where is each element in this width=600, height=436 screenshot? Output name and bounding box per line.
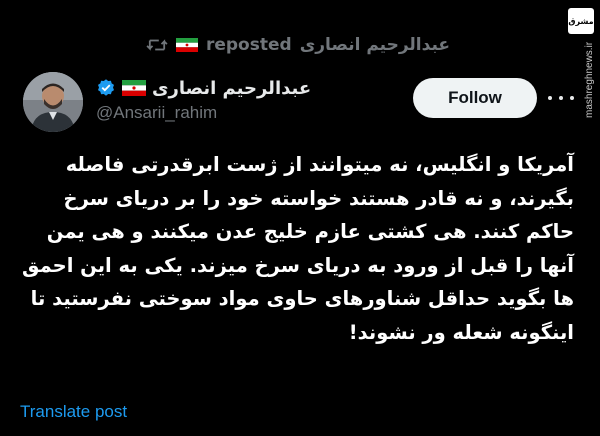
more-options-icon[interactable] bbox=[548, 88, 574, 108]
post-card: reposted عبدالرحیم انصاری عبدالرحیم انصا… bbox=[0, 0, 600, 436]
repost-icon bbox=[146, 39, 168, 51]
post-text-line: آمریکا و انگلیس، نه میتوانند از ژست ابرق… bbox=[65, 153, 574, 176]
author-display-name[interactable]: عبدالرحیم انصاری bbox=[152, 78, 311, 99]
post-text-line: اینگونه شعله ور نشوند! bbox=[348, 320, 574, 344]
iran-flag-icon bbox=[122, 80, 146, 96]
author-handle[interactable]: @Ansarii_rahim bbox=[96, 103, 217, 123]
avatar[interactable] bbox=[23, 72, 83, 132]
post-text-line: حاکم کنند. هی کشتی عازم خلیج عدن میکنند … bbox=[46, 220, 574, 243]
watermark-url: mashreghnews.ir bbox=[584, 41, 595, 118]
post-text: آمریکا و انگلیس، نه میتوانند از ژست ابرق… bbox=[22, 148, 574, 349]
repost-user[interactable]: عبدالرحیم انصاری bbox=[300, 35, 450, 55]
repost-line: reposted عبدالرحیم انصاری bbox=[60, 30, 450, 60]
watermark-logo: مشرق bbox=[568, 8, 594, 34]
author-name-row[interactable]: عبدالرحیم انصاری bbox=[96, 74, 326, 102]
repost-label: reposted bbox=[205, 35, 292, 55]
post-text-line: ها بگوید حداقل شناورهای حاوی مواد سوختی … bbox=[30, 287, 574, 310]
post-text-line: بگیرند، و نه قادر هستند خواسته خود را بر… bbox=[63, 186, 574, 210]
iran-flag-icon bbox=[175, 38, 198, 52]
post-text-line: آنها را قبل از ورود به دریای سرخ میزند. … bbox=[22, 253, 574, 277]
translate-post-link[interactable]: Translate post bbox=[20, 402, 127, 422]
follow-button[interactable]: Follow bbox=[413, 78, 537, 118]
verified-badge-icon bbox=[98, 79, 114, 96]
